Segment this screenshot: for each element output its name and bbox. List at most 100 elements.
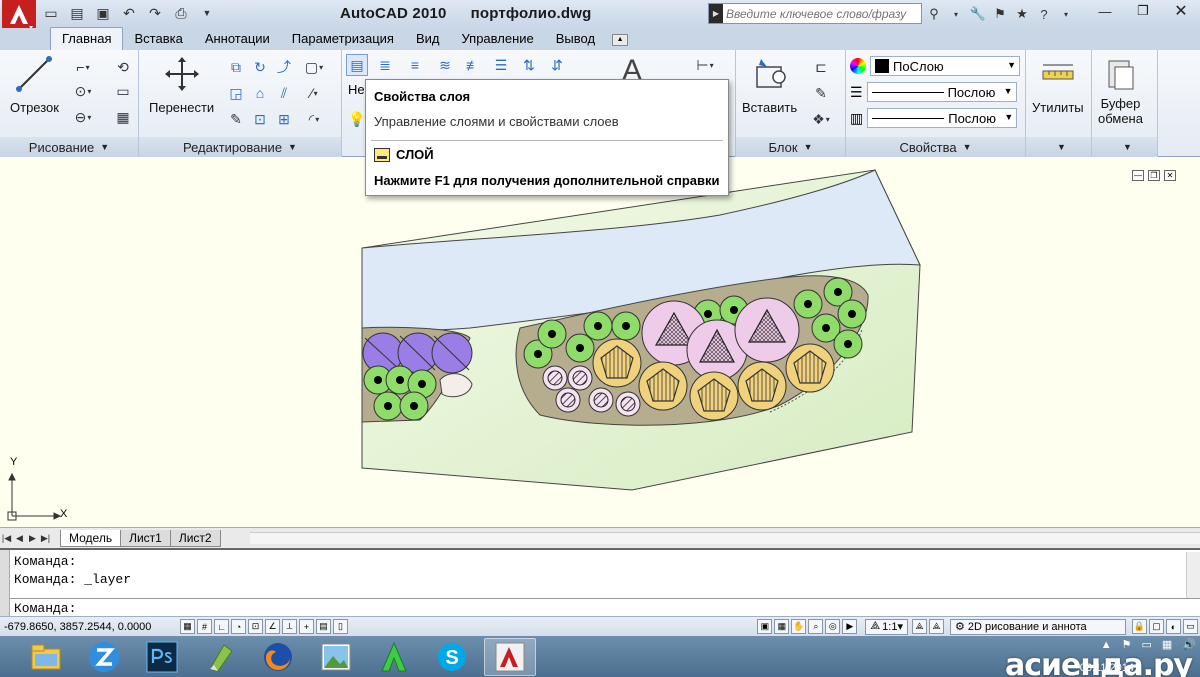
favorites-star-icon[interactable]: ★: [1012, 4, 1032, 24]
showmotion-icon[interactable]: ▶: [842, 619, 858, 634]
clipboard-panel-footer[interactable]: ▼: [1092, 137, 1157, 157]
last-layout-icon[interactable]: ▶|: [39, 530, 52, 546]
layer-off-icon[interactable]: ≋: [434, 54, 456, 76]
rectangle-icon[interactable]: ▭: [112, 80, 134, 102]
binoculars-search-icon[interactable]: ⚲: [924, 4, 944, 24]
new-file-icon[interactable]: ▭: [40, 3, 62, 23]
tab-parametric[interactable]: Параметризация: [281, 28, 405, 50]
help-icon[interactable]: ?: [1034, 4, 1054, 24]
properties-panel-footer[interactable]: Свойства ▼: [846, 137, 1025, 157]
search-expand-icon[interactable]: ▶: [709, 4, 723, 23]
open-folder-icon[interactable]: ▤: [66, 3, 88, 23]
block-attributes-icon[interactable]: ❖ ▾: [810, 108, 832, 130]
layer-properties-icon[interactable]: ▤: [346, 54, 368, 76]
grid-toggle-icon[interactable]: #: [197, 619, 212, 634]
copy-icon[interactable]: ⧉: [225, 56, 247, 78]
ellipse-icon[interactable]: ⊖ ▾: [72, 106, 94, 128]
skype-taskbar-icon[interactable]: S: [426, 638, 478, 676]
auto-scale-icon[interactable]: ⟁: [929, 619, 944, 634]
snap-toggle-icon[interactable]: ▦: [180, 619, 195, 634]
annotation-scale-dropdown[interactable]: ⟁ 1:1 ▾: [865, 618, 908, 635]
layer-lock-icon[interactable]: ☰: [490, 54, 512, 76]
linetype-dropdown[interactable]: Послою ▼: [866, 82, 1017, 102]
arc-icon[interactable]: ⟲: [112, 56, 134, 78]
search-dropdown-icon[interactable]: ▾: [946, 4, 966, 24]
layer-isolate-icon[interactable]: ≡: [404, 54, 426, 76]
rotate-icon[interactable]: ↻: [249, 56, 271, 78]
subscription-key-icon[interactable]: 🔧: [968, 4, 988, 24]
qat-dropdown-icon[interactable]: ▼: [196, 3, 218, 23]
otrack-toggle-icon[interactable]: ∠: [265, 619, 280, 634]
tab-model[interactable]: Модель: [60, 529, 122, 547]
model-space-icon[interactable]: ▣: [757, 619, 773, 634]
ortho-toggle-icon[interactable]: ∟: [214, 619, 229, 634]
coordinates-readout[interactable]: -679.8650, 3857.2544, 0.0000: [0, 621, 180, 633]
tab-insert[interactable]: Вставка: [123, 28, 193, 50]
explorer-taskbar-icon[interactable]: [20, 638, 72, 676]
zoom-icon[interactable]: ⌕: [808, 619, 824, 634]
notepad-plus-taskbar-icon[interactable]: [194, 638, 246, 676]
workspace-dropdown[interactable]: ⚙ 2D рисование и аннота: [950, 618, 1126, 635]
move-button[interactable]: Перенести: [149, 54, 214, 115]
horizontal-scrollbar[interactable]: [250, 532, 1200, 544]
edit-block-icon[interactable]: ✎: [810, 82, 832, 104]
dimension-icon[interactable]: ⊢ ▾: [694, 54, 716, 76]
clipboard-button[interactable]: Буфер обмена: [1098, 54, 1143, 126]
layer-walk-icon[interactable]: ⇵: [546, 54, 568, 76]
undo-icon[interactable]: ↶: [118, 3, 140, 23]
scale-icon[interactable]: ⊡: [249, 108, 271, 130]
tab-layout2[interactable]: Лист2: [169, 529, 221, 547]
system-date[interactable]: 06.11.2014: [1080, 662, 1134, 674]
create-block-icon[interactable]: ⊏: [810, 56, 832, 78]
minimize-icon[interactable]: —: [1086, 0, 1124, 22]
command-scrollbar[interactable]: [1186, 552, 1200, 598]
tab-view[interactable]: Вид: [405, 28, 451, 50]
image-viewer-taskbar-icon[interactable]: [310, 638, 362, 676]
trim-icon[interactable]: ⤴: [273, 56, 295, 78]
layer-match-icon[interactable]: ⇅: [518, 54, 540, 76]
autocad-taskbar-icon[interactable]: [484, 637, 536, 676]
print-icon[interactable]: ⎙: [170, 3, 192, 23]
ducs-toggle-icon[interactable]: ⟂: [282, 619, 297, 634]
offset-icon[interactable]: ◜ ▾: [303, 108, 325, 130]
mirror-icon[interactable]: ⫽: [273, 82, 295, 104]
polyline-icon[interactable]: ⌐ ▾: [72, 56, 94, 78]
circle-icon[interactable]: ⊙ ▾: [72, 80, 94, 102]
layer-freeze-icon[interactable]: ≢: [462, 54, 484, 76]
application-menu-button[interactable]: [2, 0, 36, 30]
help-dropdown-icon[interactable]: ▾: [1056, 4, 1076, 24]
polar-toggle-icon[interactable]: ◔: [231, 619, 246, 634]
layout-space-icon[interactable]: ▦: [774, 619, 790, 634]
qp-toggle-icon[interactable]: ▯: [333, 619, 348, 634]
match-properties-icon[interactable]: ✎: [225, 108, 247, 130]
isolate-objects-icon[interactable]: ◐: [1166, 619, 1181, 634]
steering-wheel-icon[interactable]: ◎: [825, 619, 841, 634]
prev-layout-icon[interactable]: ◀: [13, 530, 26, 546]
fillet-icon[interactable]: ◲: [225, 82, 247, 104]
utilities-button[interactable]: Утилиты: [1032, 54, 1084, 115]
layer-state-icon[interactable]: ≣: [374, 54, 396, 76]
explode-icon[interactable]: ⁄ ▾: [303, 82, 325, 104]
communication-center-icon[interactable]: ⚑: [990, 4, 1010, 24]
tab-layout1[interactable]: Лист1: [120, 529, 171, 547]
drawing-canvas[interactable]: — ❐ ✕ Y X: [0, 160, 1200, 527]
clean-screen-icon[interactable]: ▭: [1183, 619, 1198, 634]
redo-icon[interactable]: ↷: [144, 3, 166, 23]
annotation-visibility-icon[interactable]: ⟁: [912, 619, 927, 634]
hardware-acceleration-icon[interactable]: ▢: [1149, 619, 1164, 634]
tab-annotate[interactable]: Аннотации: [194, 28, 281, 50]
color-dropdown[interactable]: ПоСлою ▼: [870, 56, 1020, 76]
zoho-taskbar-icon[interactable]: [78, 638, 130, 676]
tab-manage[interactable]: Управление: [450, 28, 544, 50]
pan-icon[interactable]: ✋: [791, 619, 807, 634]
command-line-grip[interactable]: [0, 550, 10, 616]
search-input[interactable]: [723, 4, 913, 23]
lwt-toggle-icon[interactable]: ▤: [316, 619, 331, 634]
draw-panel-footer[interactable]: Рисование ▼: [0, 137, 138, 157]
stretch-icon[interactable]: ⌂: [249, 82, 271, 104]
erase-icon[interactable]: ▢ ▾: [303, 56, 325, 78]
block-panel-footer[interactable]: Блок ▼: [736, 137, 845, 157]
lineweight-dropdown[interactable]: Послою ▼: [867, 108, 1018, 128]
utilities-panel-footer[interactable]: ▼: [1026, 137, 1091, 157]
lock-icon[interactable]: 🔒: [1132, 619, 1147, 634]
